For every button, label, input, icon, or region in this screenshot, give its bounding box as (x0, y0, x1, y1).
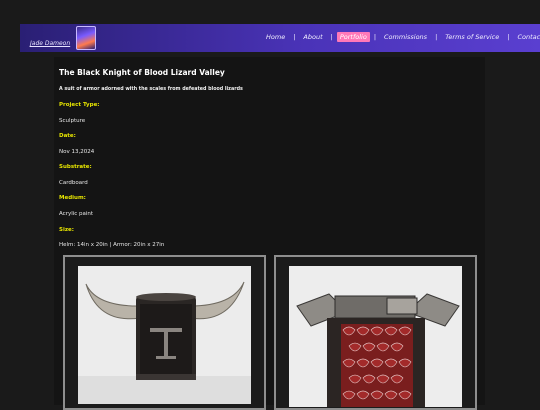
nav-contact[interactable]: Contact (513, 33, 540, 41)
helm-image-icon (78, 266, 251, 404)
nav-separator: | (293, 33, 296, 41)
project-description: A suit of armor adorned with the scales … (59, 87, 243, 92)
project-type-value: Sculpture (59, 118, 86, 124)
nav-separator: | (330, 33, 333, 41)
helm-photo[interactable] (78, 266, 251, 404)
site-header: Jade Dameon Home | About | Portfolio | C… (20, 24, 540, 52)
nav-separator: | (507, 33, 510, 41)
nav-separator: | (435, 33, 438, 41)
nav-about[interactable]: About (299, 33, 326, 41)
date-label: Date: (59, 133, 76, 139)
nav-home[interactable]: Home (262, 33, 289, 41)
medium-value: Acrylic paint (59, 211, 94, 217)
medium-label: Medium: (59, 195, 86, 201)
size-label: Size: (59, 227, 74, 233)
project-type-label: Project Type: (59, 102, 100, 108)
armor-photo[interactable] (289, 266, 462, 407)
nav-commissions[interactable]: Commissions (380, 33, 431, 41)
armor-image-icon (289, 266, 462, 407)
main-nav: Home | About | Portfolio | Commissions |… (262, 32, 540, 42)
nav-terms-of-service[interactable]: Terms of Service (441, 33, 503, 41)
date-value: Nov 13,2024 (59, 149, 95, 155)
substrate-label: Substrate: (59, 164, 92, 170)
gallery-item-armor[interactable] (274, 255, 477, 410)
size-value: Helm: 14in x 20in | Armor: 20in x 27in (59, 242, 165, 248)
logo-avatar-icon[interactable] (76, 26, 96, 50)
nav-portfolio[interactable]: Portfolio (336, 32, 370, 42)
site-name-link[interactable]: Jade Dameon (30, 40, 70, 47)
substrate-value: Cardboard (59, 180, 88, 186)
gallery-item-helm[interactable] (63, 255, 266, 410)
nav-separator: | (373, 33, 377, 41)
page-title: The Black Knight of Blood Lizard Valley (59, 68, 225, 77)
